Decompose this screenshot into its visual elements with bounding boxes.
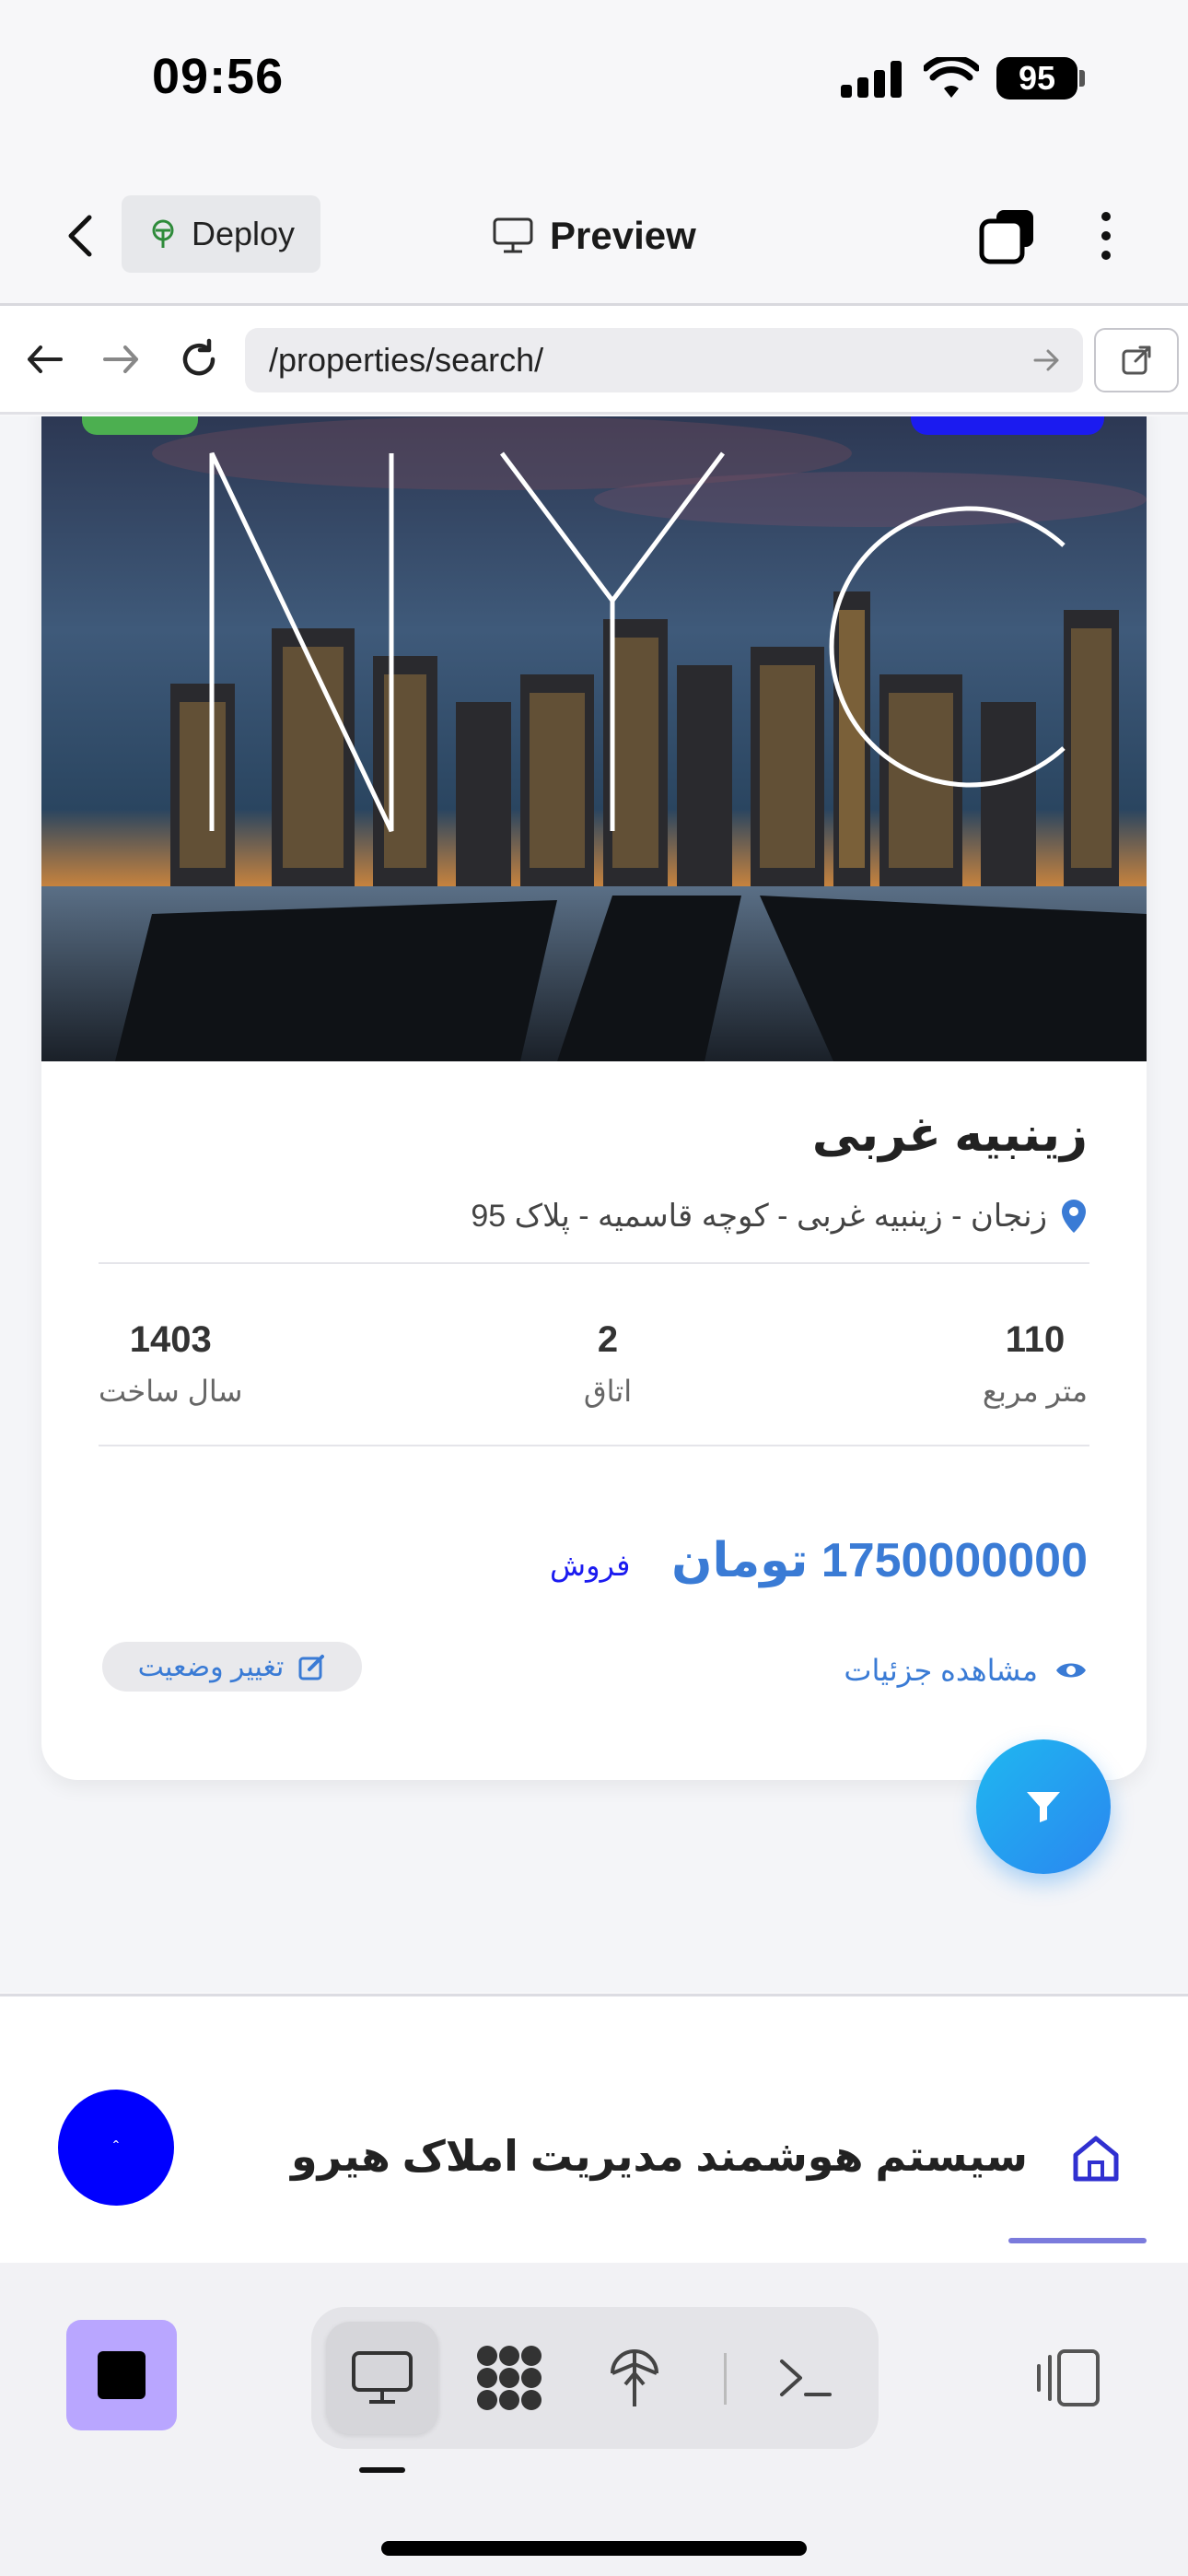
open-external-button[interactable] xyxy=(1094,328,1179,392)
property-photo xyxy=(41,416,1147,1061)
filter-icon xyxy=(1027,1792,1060,1822)
divider xyxy=(99,1445,1089,1446)
deploy-label: Deploy xyxy=(191,215,296,252)
divider xyxy=(99,1262,1089,1264)
editor-topbar: Deploy Preview xyxy=(0,166,1188,306)
eye-icon xyxy=(1056,1663,1086,1678)
url-input[interactable]: /properties/search/ xyxy=(245,328,1083,392)
panel-toggle-icon[interactable] xyxy=(1031,2348,1101,2408)
status-time: 09:56 xyxy=(152,49,285,104)
more-menu-icon[interactable] xyxy=(1092,206,1120,265)
stop-icon xyxy=(98,2351,146,2399)
view-details-link[interactable]: مشاهده جزئیات xyxy=(844,1653,1088,1688)
property-title: زینبیه غربی xyxy=(811,1108,1088,1162)
reload-icon[interactable] xyxy=(173,334,225,385)
stat-area-label: متر مربع xyxy=(982,1375,1088,1408)
view-switcher xyxy=(311,2307,879,2449)
stat-area-value: 110 xyxy=(1005,1319,1066,1360)
stat-year-value: 1403 xyxy=(129,1319,212,1360)
apps-mode-tab[interactable] xyxy=(453,2322,565,2434)
change-status-button[interactable]: تغییر وضعیت xyxy=(102,1642,362,1692)
active-nav-underline xyxy=(1008,2238,1147,2243)
deploy-mode-tab[interactable] xyxy=(578,2322,691,2434)
active-tab-indicator xyxy=(359,2467,405,2473)
back-button[interactable] xyxy=(53,206,105,265)
console-mode-tab[interactable] xyxy=(750,2322,862,2434)
scroll-to-top-button[interactable]: ˆ xyxy=(58,2090,174,2206)
battery-icon: 95 xyxy=(996,57,1077,100)
view-details-label: مشاهده جزئیات xyxy=(844,1654,1038,1687)
apps-grid-icon xyxy=(477,2346,542,2410)
listing-tag-blue xyxy=(911,416,1104,435)
bottom-dock xyxy=(0,2263,1188,2576)
browser-forward-icon[interactable] xyxy=(96,334,147,385)
terminal-icon xyxy=(780,2359,832,2396)
property-address: زنجان - زینبیه غربی - کوچه قاسمیه - پلاک… xyxy=(471,1198,1088,1235)
tabs-icon[interactable] xyxy=(978,206,1037,265)
change-status-label: تغییر وضعیت xyxy=(137,1651,285,1682)
deploy-button[interactable]: Deploy xyxy=(122,195,320,273)
stat-rooms: 2 اتاق xyxy=(557,1319,658,1409)
stat-year-label: سال ساخت xyxy=(99,1375,243,1408)
preview-label: Preview xyxy=(550,214,696,257)
chevron-up-icon: ˆ xyxy=(113,2137,119,2157)
signal-icon xyxy=(841,61,902,98)
browser-back-icon[interactable] xyxy=(18,334,70,385)
stat-rooms-value: 2 xyxy=(597,1319,619,1360)
browser-bar: /properties/search/ xyxy=(0,306,1188,415)
address-text: زنجان - زینبیه غربی - کوچه قاسمیه - پلاک… xyxy=(471,1199,1047,1234)
deploy-icon xyxy=(611,2349,658,2406)
monitor-icon xyxy=(493,217,533,253)
page-content: زینبیه غربی زنجان - زینبیه غربی - کوچه ق… xyxy=(0,416,1188,1992)
listing-tag-green xyxy=(82,416,198,435)
wifi-icon xyxy=(924,57,979,98)
deploy-icon xyxy=(152,219,174,248)
url-go-icon[interactable] xyxy=(1031,345,1063,376)
preview-mode-tab[interactable] xyxy=(326,2322,438,2434)
preview-title[interactable]: Preview xyxy=(493,206,696,265)
stop-button[interactable] xyxy=(66,2320,177,2430)
stat-area: 110 متر مربع xyxy=(983,1319,1088,1409)
app-title: سیستم هوشمند مدیریت املاک هیرو xyxy=(290,2132,1028,2180)
home-indicator xyxy=(381,2541,807,2556)
home-icon[interactable] xyxy=(1068,2131,1124,2186)
location-pin-icon xyxy=(1062,1200,1086,1233)
external-link-icon xyxy=(1122,345,1151,375)
url-text: /properties/search/ xyxy=(269,341,544,379)
property-card: زینبیه غربی زنجان - زینبیه غربی - کوچه ق… xyxy=(41,416,1147,1780)
property-price: 1750000000 تومان xyxy=(671,1534,1088,1587)
status-bar: 09:56 95 xyxy=(0,0,1188,166)
deal-type: فروش xyxy=(550,1549,631,1582)
monitor-icon xyxy=(352,2351,413,2404)
chevron-left-icon xyxy=(68,215,92,257)
app-footer: ˆ سیستم هوشمند مدیریت املاک هیرو xyxy=(0,1994,1188,2263)
filter-button[interactable] xyxy=(976,1739,1111,1874)
stat-year: 1403 سال ساخت xyxy=(99,1319,242,1409)
stat-rooms-label: اتاق xyxy=(583,1375,633,1408)
edit-icon xyxy=(298,1655,325,1680)
battery-tip xyxy=(1079,70,1085,87)
separator xyxy=(724,2353,727,2405)
